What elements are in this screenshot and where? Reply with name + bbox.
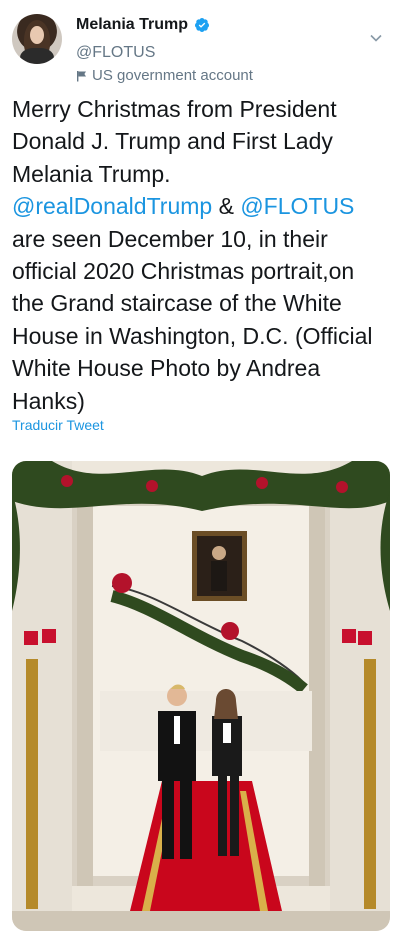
flag-icon xyxy=(77,70,86,81)
account-label-text: US government account xyxy=(92,67,253,84)
tweet-photo[interactable] xyxy=(12,461,390,931)
tweet-header: Melania Trump @FLOTUS US government acco… xyxy=(0,0,400,92)
verified-badge-icon xyxy=(195,18,210,32)
mention-flotus[interactable]: @FLOTUS xyxy=(240,193,354,219)
tweet-text: Merry Christmas from President Donald J.… xyxy=(12,93,390,417)
chevron-down-icon[interactable] xyxy=(368,30,384,46)
tweet-text-intro: Merry Christmas from President Donald J.… xyxy=(12,96,344,187)
tweet-text-body: are seen December 10, in their official … xyxy=(12,225,379,414)
translate-tweet-link[interactable]: Traducir Tweet xyxy=(12,417,104,433)
christmas-portrait-image xyxy=(12,461,390,931)
government-account-label: US government account xyxy=(76,67,253,84)
display-name[interactable]: Melania Trump xyxy=(76,16,188,34)
user-handle[interactable]: @FLOTUS xyxy=(76,44,155,62)
mention-realdonaldtrump[interactable]: @realDonaldTrump xyxy=(12,193,212,219)
avatar[interactable] xyxy=(12,14,62,64)
name-row: Melania Trump xyxy=(76,16,210,34)
tweet-ampersand: & xyxy=(212,193,241,220)
